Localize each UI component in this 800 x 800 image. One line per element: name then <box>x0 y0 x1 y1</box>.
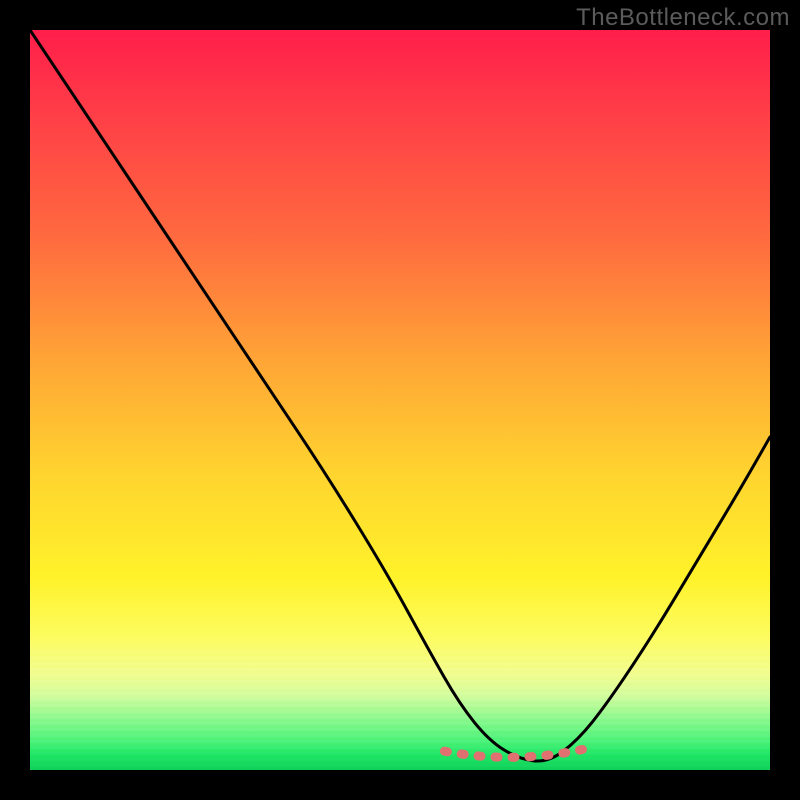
bottleneck-curve <box>30 30 770 761</box>
optimal-range-marker <box>444 747 592 757</box>
chart-frame: TheBottleneck.com <box>0 0 800 800</box>
curve-layer <box>30 30 770 770</box>
watermark-text: TheBottleneck.com <box>576 4 790 32</box>
plot-area <box>30 30 770 770</box>
